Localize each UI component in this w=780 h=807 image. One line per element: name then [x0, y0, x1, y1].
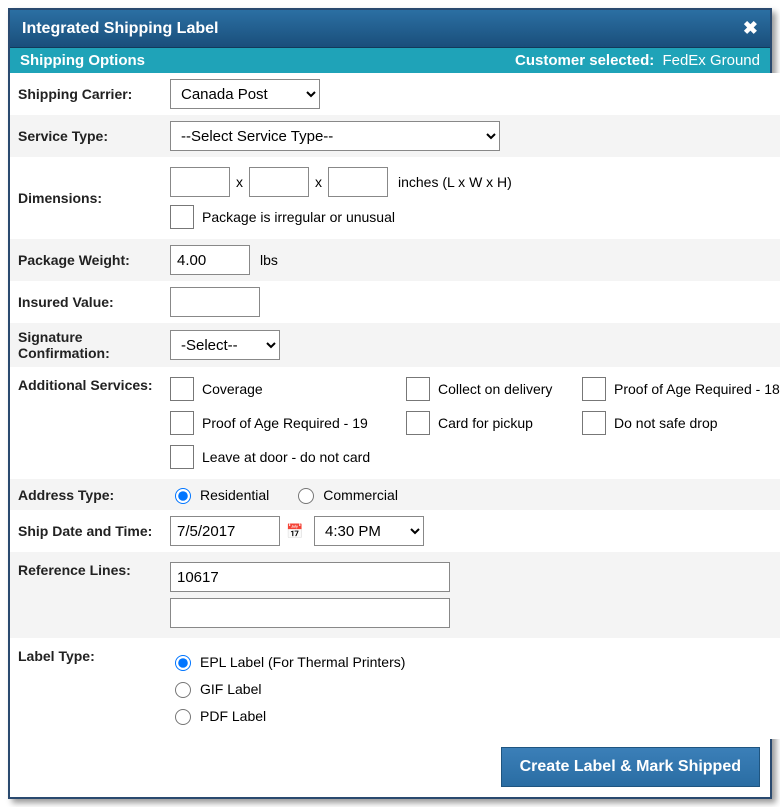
irregular-label: Package is irregular or unusual — [202, 209, 395, 225]
dim-x1: x — [236, 174, 243, 190]
insured-input[interactable] — [170, 287, 260, 317]
address-commercial-label: Commercial — [323, 487, 398, 503]
carrier-select[interactable]: Canada Post — [170, 79, 320, 109]
ref-line1-input[interactable] — [170, 562, 450, 592]
footer: Create Label & Mark Shipped — [10, 739, 770, 797]
subtitle-bar: Shipping Options Customer selected: FedE… — [10, 48, 770, 73]
calendar-icon[interactable]: 📅 — [284, 520, 306, 542]
label-labeltype: Label Type: — [10, 638, 162, 739]
label-insured: Insured Value: — [10, 281, 162, 323]
ship-date-input[interactable] — [170, 516, 280, 546]
sig-select[interactable]: -Select-- — [170, 330, 280, 360]
subtitle-right: Customer selected: FedEx Ground — [515, 52, 760, 69]
value-insured — [162, 281, 780, 323]
label-sig: Signature Confirmation: — [10, 323, 162, 367]
ship-time-select[interactable]: 4:30 PM — [314, 516, 424, 546]
svc-age19-label: Proof of Age Required - 19 — [202, 415, 368, 431]
label-ref: Reference Lines: — [10, 552, 162, 638]
labeltype-epl-radio[interactable] — [175, 655, 191, 671]
svc-age18-checkbox[interactable] — [582, 377, 606, 401]
svc-nosafedrop-label: Do not safe drop — [614, 415, 718, 431]
value-carrier: Canada Post — [162, 73, 780, 115]
label-dimensions: Dimensions: — [10, 157, 162, 239]
address-residential-radio[interactable] — [175, 488, 191, 504]
value-shipdt: 📅 4:30 PM — [162, 510, 780, 552]
label-carrier: Shipping Carrier: — [10, 73, 162, 115]
weight-input[interactable] — [170, 245, 250, 275]
close-icon[interactable]: ✖ — [743, 18, 758, 39]
ref-line2-input[interactable] — [170, 598, 450, 628]
svc-coverage-checkbox[interactable] — [170, 377, 194, 401]
dim-height-input[interactable] — [328, 167, 388, 197]
dialog-title: Integrated Shipping Label — [22, 20, 218, 38]
svc-cardpickup-label: Card for pickup — [438, 415, 533, 431]
create-label-button[interactable]: Create Label & Mark Shipped — [501, 747, 760, 787]
svc-cod-label: Collect on delivery — [438, 381, 552, 397]
dim-x2: x — [315, 174, 322, 190]
labeltype-gif-radio[interactable] — [175, 682, 191, 698]
value-service: --Select Service Type-- — [162, 115, 780, 157]
address-residential-label: Residential — [200, 487, 269, 503]
svc-leaveatdoor-label: Leave at door - do not card — [202, 449, 370, 465]
svc-age19-checkbox[interactable] — [170, 411, 194, 435]
irregular-checkbox[interactable] — [170, 205, 194, 229]
dim-hint: inches (L x W x H) — [398, 174, 512, 190]
svc-coverage-label: Coverage — [202, 381, 263, 397]
svc-age18-label: Proof of Age Required - 18 — [614, 381, 780, 397]
weight-unit: lbs — [260, 252, 278, 268]
svc-leaveatdoor-checkbox[interactable] — [170, 445, 194, 469]
label-shipdt: Ship Date and Time: — [10, 510, 162, 552]
value-dimensions: x x inches (L x W x H) Package is irregu… — [162, 157, 780, 239]
titlebar: Integrated Shipping Label ✖ — [10, 10, 770, 48]
labeltype-gif-label: GIF Label — [200, 681, 261, 697]
value-labeltype: EPL Label (For Thermal Printers) GIF Lab… — [162, 638, 780, 739]
value-sig: -Select-- — [162, 323, 780, 367]
service-select[interactable]: --Select Service Type-- — [170, 121, 500, 151]
label-address-type: Address Type: — [10, 479, 162, 510]
dim-length-input[interactable] — [170, 167, 230, 197]
labeltype-pdf-radio[interactable] — [175, 709, 191, 725]
address-commercial-radio[interactable] — [298, 488, 314, 504]
value-additional: Coverage Collect on delivery Proof of Ag… — [162, 367, 780, 479]
customer-selected-label: Customer selected: — [515, 52, 654, 69]
svc-nosafedrop-checkbox[interactable] — [582, 411, 606, 435]
svc-cardpickup-checkbox[interactable] — [406, 411, 430, 435]
label-weight: Package Weight: — [10, 239, 162, 281]
value-weight: lbs — [162, 239, 780, 281]
value-ref — [162, 552, 780, 638]
label-additional: Additional Services: — [10, 367, 162, 479]
labeltype-epl-label: EPL Label (For Thermal Printers) — [200, 654, 405, 670]
svc-cod-checkbox[interactable] — [406, 377, 430, 401]
customer-selected-value: FedEx Ground — [662, 52, 760, 69]
form: Shipping Carrier: Canada Post Service Ty… — [10, 73, 770, 739]
subtitle-left: Shipping Options — [20, 52, 145, 69]
dim-width-input[interactable] — [249, 167, 309, 197]
value-address-type: Residential Commercial — [162, 479, 780, 510]
shipping-label-dialog: Integrated Shipping Label ✖ Shipping Opt… — [8, 8, 772, 799]
labeltype-pdf-label: PDF Label — [200, 708, 266, 724]
label-service: Service Type: — [10, 115, 162, 157]
